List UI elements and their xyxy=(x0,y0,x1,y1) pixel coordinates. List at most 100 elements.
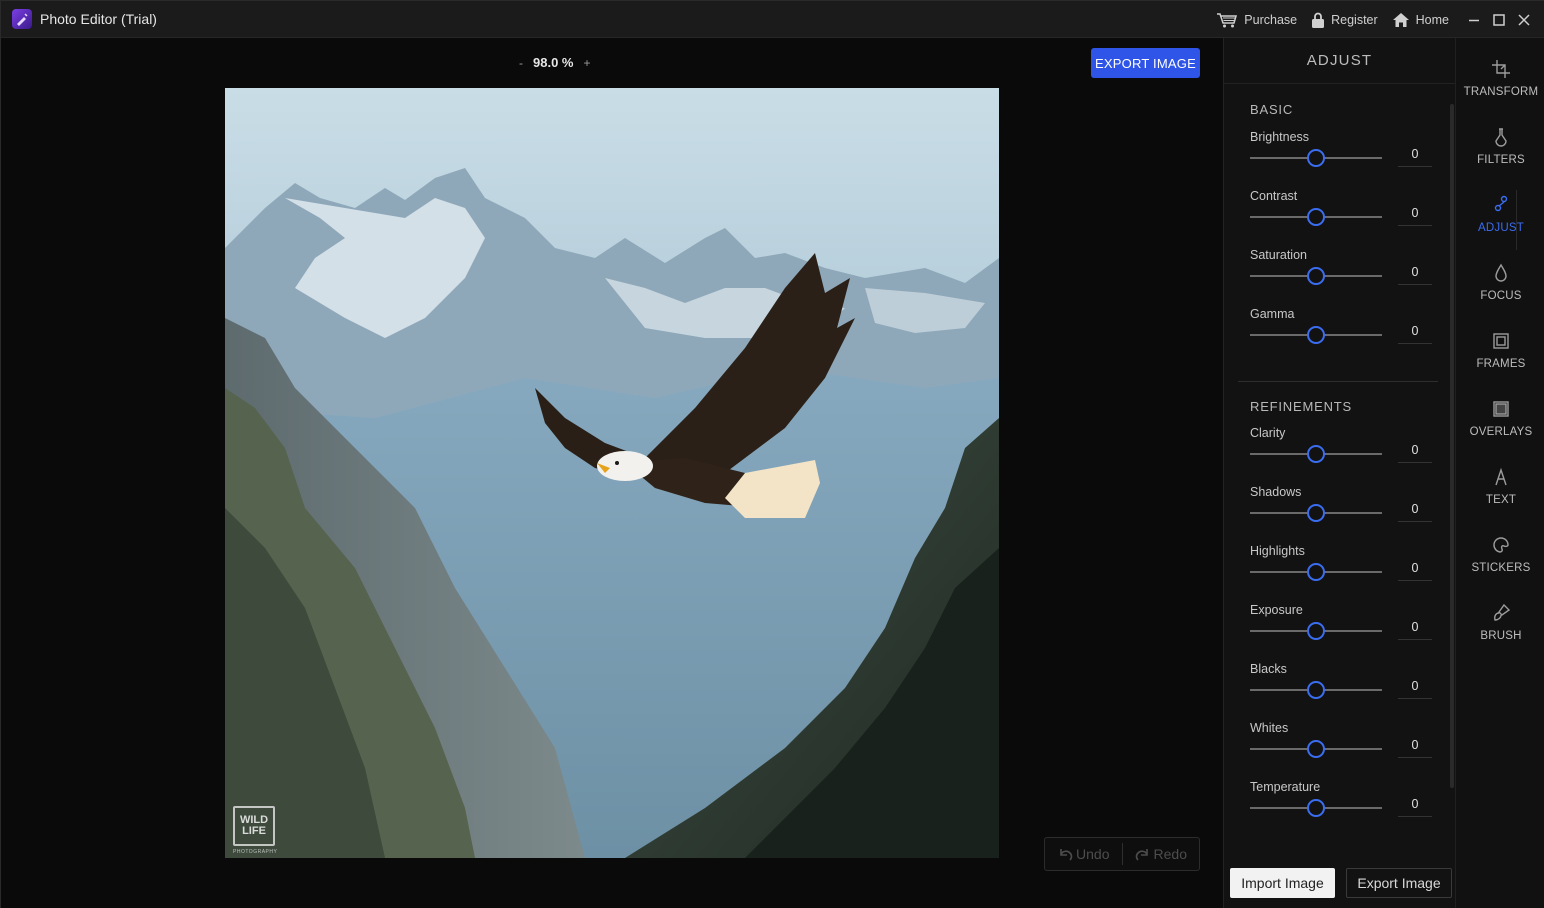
gamma-label: Gamma xyxy=(1250,307,1295,321)
highlights-label: Highlights xyxy=(1250,544,1305,558)
close-button[interactable] xyxy=(1513,9,1535,31)
purchase-link[interactable]: Purchase xyxy=(1216,12,1297,28)
refinements-section-title: REFINEMENTS xyxy=(1250,399,1352,414)
section-divider xyxy=(1238,381,1438,382)
window-title: Photo Editor (Trial) xyxy=(40,11,157,27)
highlights-slider-handle[interactable] xyxy=(1307,563,1325,581)
temperature-slider-handle[interactable] xyxy=(1307,799,1325,817)
blacks-slider-handle[interactable] xyxy=(1307,681,1325,699)
brightness-label: Brightness xyxy=(1250,130,1310,144)
home-label: Home xyxy=(1415,12,1449,27)
text-icon xyxy=(1495,467,1507,486)
contrast-control: Contrast 0 xyxy=(1250,189,1432,239)
tool-brush[interactable]: BRUSH xyxy=(1456,600,1544,660)
whites-slider-handle[interactable] xyxy=(1307,740,1325,758)
photo-canvas[interactable]: WILD LIFE PHOTOGRAPHY xyxy=(225,88,999,858)
contrast-label: Contrast xyxy=(1250,189,1298,203)
title-actions: Purchase Register Home xyxy=(1202,1,1535,38)
brightness-slider-handle[interactable] xyxy=(1307,149,1325,167)
home-link[interactable]: Home xyxy=(1392,12,1449,28)
tool-focus[interactable]: FOCUS xyxy=(1456,260,1544,320)
tools-sidebar: TRANSFORM FILTERS ADJUST FOCUS FRAMES OVERLAY… xyxy=(1455,38,1544,908)
exposure-value[interactable]: 0 xyxy=(1398,620,1432,640)
watermark-line2: LIFE xyxy=(242,825,266,837)
blacks-value[interactable]: 0 xyxy=(1398,679,1432,699)
active-tool-indicator xyxy=(1516,190,1517,250)
panel-scrollbar[interactable] xyxy=(1450,104,1454,788)
tool-overlays[interactable]: OVERLAYS xyxy=(1456,396,1544,456)
tool-frames-label: FRAMES xyxy=(1476,358,1526,370)
exposure-control: Exposure 0 xyxy=(1250,603,1432,653)
adjust-icon xyxy=(1494,195,1508,212)
overlay-icon xyxy=(1493,401,1509,417)
purchase-label: Purchase xyxy=(1244,12,1298,27)
close-icon xyxy=(1518,13,1530,26)
temperature-control: Temperature 0 xyxy=(1250,780,1432,830)
saturation-control: Saturation 0 xyxy=(1250,248,1432,298)
home-icon xyxy=(1392,12,1409,27)
zoom-in-button[interactable]: + xyxy=(583,56,590,70)
maximize-button[interactable] xyxy=(1488,9,1510,31)
import-image-button[interactable]: Import Image xyxy=(1230,868,1335,898)
contrast-value[interactable]: 0 xyxy=(1398,206,1432,226)
tool-stickers-label: STICKERS xyxy=(1471,562,1531,574)
shadows-value[interactable]: 0 xyxy=(1398,502,1432,522)
gamma-value[interactable]: 0 xyxy=(1398,324,1432,344)
canvas-area: - 98.0 % + EXPORT IMAGE WILD LIFE PHOTOG… xyxy=(1,38,1223,908)
temperature-label: Temperature xyxy=(1250,780,1321,794)
app-logo-icon xyxy=(12,9,32,29)
tool-text-label: TEXT xyxy=(1485,494,1517,506)
basic-section-title: BASIC xyxy=(1250,102,1294,117)
watermark-logo: WILD LIFE xyxy=(233,806,275,846)
whites-label: Whites xyxy=(1250,721,1289,735)
gamma-slider-handle[interactable] xyxy=(1307,326,1325,344)
whites-value[interactable]: 0 xyxy=(1398,738,1432,758)
tool-text[interactable]: TEXT xyxy=(1456,464,1544,524)
zoom-level: 98.0 % xyxy=(533,55,574,70)
contrast-slider-handle[interactable] xyxy=(1307,208,1325,226)
shadows-slider-handle[interactable] xyxy=(1307,504,1325,522)
shadows-label: Shadows xyxy=(1250,485,1302,499)
sticker-icon xyxy=(1493,537,1509,553)
temperature-value[interactable]: 0 xyxy=(1398,797,1432,817)
gamma-control: Gamma 0 xyxy=(1250,307,1432,357)
zoom-control: - 98.0 % + xyxy=(519,55,591,70)
register-label: Register xyxy=(1331,12,1378,27)
undo-label: Undo xyxy=(1076,846,1110,862)
saturation-slider-handle[interactable] xyxy=(1307,267,1325,285)
brightness-control: Brightness 0 xyxy=(1250,130,1432,180)
panel-title: ADJUST xyxy=(1224,38,1455,84)
redo-label: Redo xyxy=(1153,846,1187,862)
tool-focus-label: FOCUS xyxy=(1480,290,1522,302)
shadows-control: Shadows 0 xyxy=(1250,485,1432,535)
export-image-button[interactable]: EXPORT IMAGE xyxy=(1091,48,1200,78)
tool-adjust-label: ADJUST xyxy=(1478,222,1524,234)
tool-transform[interactable]: TRANSFORM xyxy=(1456,56,1544,116)
undo-button[interactable]: Undo xyxy=(1045,838,1122,870)
saturation-value[interactable]: 0 xyxy=(1398,265,1432,285)
photo-editor-window: Photo Editor (Trial) Purchase Register H… xyxy=(0,0,1544,908)
undo-redo-group: Undo Redo xyxy=(1044,837,1200,871)
drop-icon xyxy=(1495,263,1507,282)
clarity-slider-handle[interactable] xyxy=(1307,445,1325,463)
tool-adjust[interactable]: ADJUST xyxy=(1456,192,1544,252)
adjust-panel: ADJUST BASIC Brightness 0 Contrast 0 Saturat… xyxy=(1223,38,1455,908)
export-image-bottom-button[interactable]: Export Image xyxy=(1346,868,1452,898)
exposure-label: Exposure xyxy=(1250,603,1303,617)
tool-filters-label: FILTERS xyxy=(1477,154,1525,166)
tool-brush-label: BRUSH xyxy=(1480,630,1522,642)
clarity-label: Clarity xyxy=(1250,426,1286,440)
zoom-out-button[interactable]: - xyxy=(519,56,523,70)
clarity-value[interactable]: 0 xyxy=(1398,443,1432,463)
redo-button[interactable]: Redo xyxy=(1123,838,1200,870)
exposure-slider-handle[interactable] xyxy=(1307,622,1325,640)
tool-stickers[interactable]: STICKERS xyxy=(1456,532,1544,592)
minimize-button[interactable] xyxy=(1463,9,1485,31)
brightness-value[interactable]: 0 xyxy=(1398,147,1432,167)
redo-icon xyxy=(1135,849,1148,861)
register-link[interactable]: Register xyxy=(1311,12,1378,28)
tool-filters[interactable]: FILTERS xyxy=(1456,124,1544,184)
maximize-icon xyxy=(1493,13,1505,26)
tool-frames[interactable]: FRAMES xyxy=(1456,328,1544,388)
highlights-value[interactable]: 0 xyxy=(1398,561,1432,581)
